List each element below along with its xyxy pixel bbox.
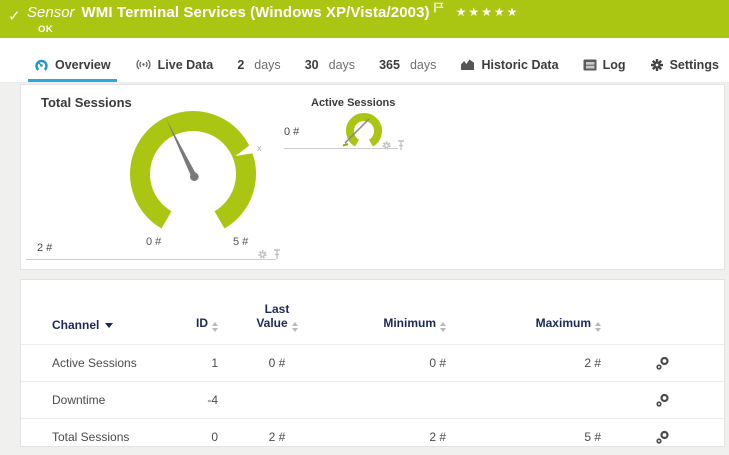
sort-icon [292, 322, 298, 332]
tab-historic-data-label: Historic Data [481, 58, 558, 72]
channel-settings-icon[interactable] [655, 430, 670, 445]
gauges-panel: Total Sessions x 0 # 5 # 2 # Active Sess… [20, 84, 725, 270]
area-chart-icon [460, 58, 475, 71]
table-row: Total Sessions 0 2 # 2 # 5 # [21, 418, 724, 455]
tab-log-label: Log [603, 58, 626, 72]
status-badge: OK [38, 24, 53, 35]
channels-panel: Channel ID Last Value Minimum Maximum Ac… [20, 279, 725, 447]
tab-365-days-number: 365 [379, 58, 400, 72]
total-sessions-gauge[interactable]: x [93, 105, 293, 255]
channel-last-value: 0 # [218, 356, 336, 370]
gauge-scale-end: 5 # [233, 236, 248, 248]
channel-name[interactable]: Downtime [52, 393, 186, 407]
channel-minimum: 2 # [336, 430, 446, 444]
channel-name[interactable]: Active Sessions [52, 356, 186, 370]
channel-settings-icon[interactable] [655, 393, 670, 408]
tab-overview[interactable]: Overview [28, 50, 117, 82]
column-header-id-label: ID [196, 316, 208, 330]
tab-overview-label: Overview [55, 58, 111, 72]
column-header-maximum-label: Maximum [536, 316, 591, 330]
tab-30-days[interactable]: 30 days [299, 50, 361, 82]
column-header-minimum-label: Minimum [383, 316, 436, 330]
table-row: Active Sessions 1 0 # 0 # 2 # [21, 344, 724, 381]
sort-desc-icon [105, 323, 113, 328]
tab-settings[interactable]: Settings [644, 50, 725, 82]
tab-live-data-label: Live Data [158, 58, 214, 72]
total-sessions-current-value: 2 # [37, 242, 52, 254]
status-check-icon: ✓ [8, 7, 21, 25]
channel-minimum: 0 # [336, 356, 446, 370]
tab-historic-data[interactable]: Historic Data [454, 50, 564, 82]
tab-30-days-unit: days [329, 58, 355, 72]
channel-id: -4 [186, 393, 218, 407]
tab-settings-label: Settings [670, 58, 719, 72]
tab-bar: Overview Live Data 2days 30days 365days … [0, 38, 729, 83]
pin-icon[interactable] [397, 140, 405, 151]
object-kind-label: Sensor [27, 4, 75, 21]
prtg-sensor-page: { "colors": {"sensor_ok_green": "#aac613… [0, 0, 729, 431]
column-header-last-value-line2: Value [256, 316, 287, 330]
table-row: Downtime -4 [21, 381, 724, 418]
tab-log[interactable]: Log [577, 50, 632, 82]
table-icon [583, 59, 597, 71]
sort-icon [595, 322, 601, 332]
gauge-divider [26, 259, 276, 260]
active-sessions-gauge-title: Active Sessions [311, 97, 395, 109]
column-header-channel[interactable]: Channel [52, 318, 186, 332]
channel-last-value: 2 # [218, 430, 336, 444]
tab-365-days[interactable]: 365 days [373, 50, 442, 82]
gauge-marker-label: x [257, 143, 262, 153]
gauge-icon [34, 58, 49, 72]
channel-id: 1 [186, 356, 218, 370]
tab-live-data[interactable]: Live Data [129, 50, 220, 82]
column-header-last-value[interactable]: Last Value [218, 302, 336, 332]
gauge-divider [284, 148, 398, 149]
gauge-scale-start: 0 # [146, 236, 161, 248]
sensor-title: WMI Terminal Services (Windows XP/Vista/… [82, 4, 430, 21]
channel-maximum: 5 # [446, 430, 601, 444]
flag-icon[interactable] [434, 0, 444, 18]
tab-365-days-unit: days [410, 58, 436, 72]
column-header-last-value-line1: Last [265, 302, 290, 316]
channel-id: 0 [186, 430, 218, 444]
tab-2-days-unit: days [254, 58, 280, 72]
tab-30-days-number: 30 [305, 58, 319, 72]
channel-settings-icon[interactable] [655, 356, 670, 371]
sensor-header: ✓ Sensor WMI Terminal Services (Windows … [0, 0, 729, 38]
gear-icon[interactable] [381, 140, 392, 151]
tab-2-days[interactable]: 2 days [231, 50, 286, 82]
priority-stars[interactable]: ★★★★★ [456, 5, 520, 19]
column-header-minimum[interactable]: Minimum [336, 316, 446, 332]
radio-waves-icon [135, 58, 152, 71]
channel-maximum: 2 # [446, 356, 601, 370]
channel-table-header: Channel ID Last Value Minimum Maximum [21, 280, 724, 344]
tab-2-days-number: 2 [237, 58, 244, 72]
column-header-id[interactable]: ID [186, 316, 218, 332]
column-header-maximum[interactable]: Maximum [446, 316, 601, 332]
column-header-channel-label: Channel [52, 318, 99, 332]
gear-icon [650, 58, 664, 72]
channel-name[interactable]: Total Sessions [52, 430, 186, 444]
gauge-footer-icons [381, 140, 405, 151]
active-sessions-current-value: 0 # [284, 126, 299, 138]
